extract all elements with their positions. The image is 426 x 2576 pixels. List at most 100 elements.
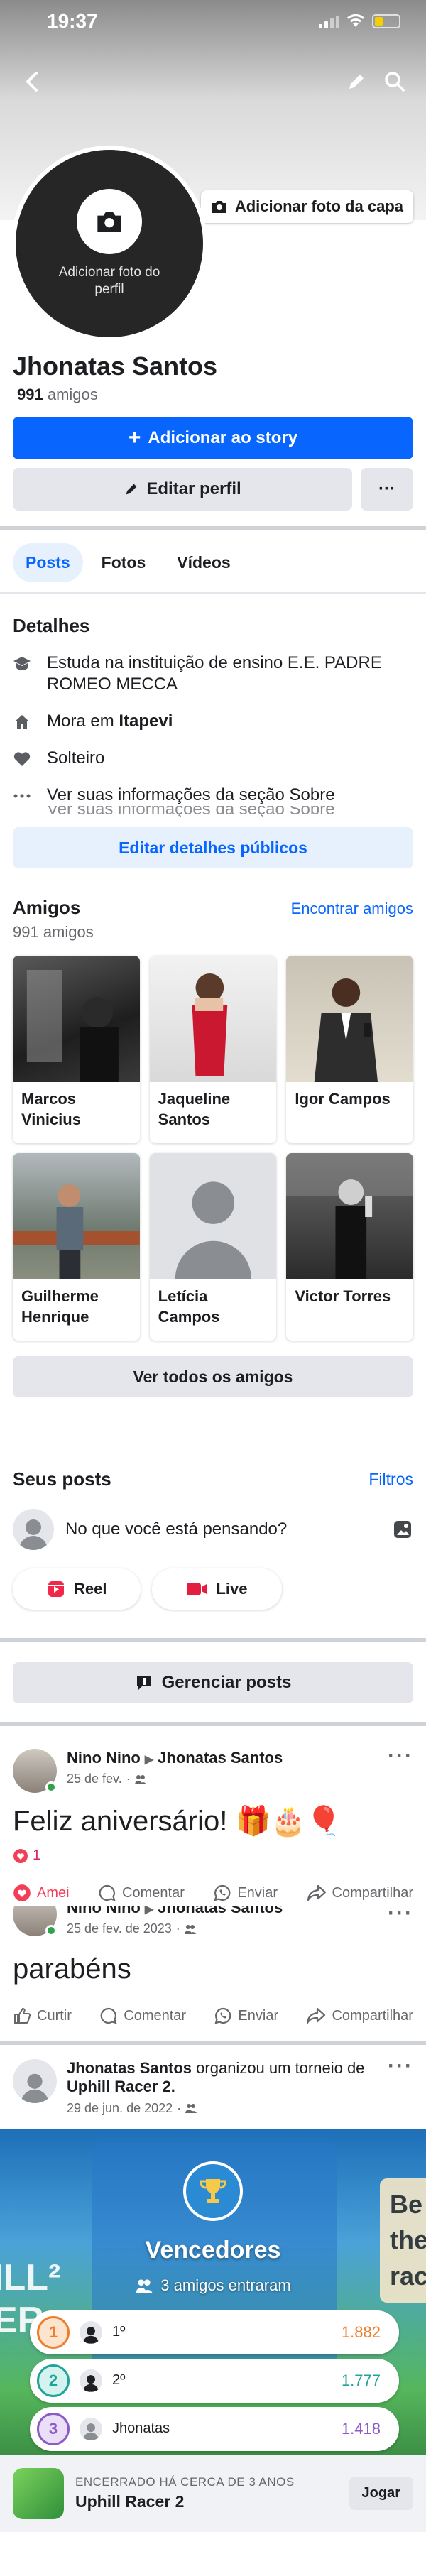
search-button[interactable]	[379, 66, 410, 97]
post-author-line: Jhonatas Santos organizou um torneio de …	[67, 2059, 378, 2097]
friend-card[interactable]: Marcos Vinicius	[13, 956, 140, 1143]
post-options-icon[interactable]: ···	[388, 2056, 413, 2077]
online-indicator	[45, 1925, 57, 1936]
rank-label: Jhonatas	[112, 2421, 170, 2437]
photo-icon[interactable]	[392, 1519, 413, 1540]
profile-avatar[interactable]: Adicionar foto do perfil	[11, 146, 207, 342]
love-reaction-icon	[13, 1884, 31, 1901]
send-label: Enviar	[238, 2007, 279, 2024]
edit-button[interactable]	[341, 66, 372, 97]
post-author[interactable]: Jhonatas Santos	[67, 2059, 192, 2077]
arrow-right-icon: ▶	[144, 1906, 154, 1916]
post-game-name[interactable]: Uphill Racer 2.	[67, 2078, 175, 2095]
pencil-icon	[126, 484, 137, 495]
friend-card[interactable]: Victor Torres	[286, 1153, 413, 1341]
comment-button[interactable]: Comentar	[99, 2007, 186, 2025]
friend-name: Victor Torres	[295, 1287, 391, 1305]
rank-number: 3	[48, 2419, 58, 2438]
friend-photo	[149, 956, 277, 1082]
status-time: 19:37	[47, 10, 98, 32]
post-date: 29 de jun. de 2022 ·	[67, 2101, 378, 2116]
detail-relationship: Solteiro	[13, 748, 413, 769]
friend-card[interactable]: Jaqueline Santos	[149, 956, 277, 1143]
edit-public-details-button[interactable]: Editar detalhes públicos	[13, 827, 413, 868]
friend-photo	[286, 1153, 413, 1279]
tab-posts[interactable]: Posts	[13, 543, 83, 582]
react-button[interactable]: Amei	[13, 1884, 70, 1902]
play-button[interactable]: Jogar	[349, 2477, 413, 2511]
friends-header: Amigos 991 amigos Encontrar amigos	[13, 897, 413, 942]
post-target[interactable]: Jhonatas Santos	[158, 1906, 283, 1916]
post-options-icon[interactable]: ···	[388, 1745, 413, 1767]
post-actions: Amei Comentar Enviar Compartilhar	[13, 1884, 413, 1902]
camera-icon	[77, 189, 142, 255]
share-button[interactable]: Compartilhar	[307, 1884, 413, 1902]
live-button[interactable]: Live	[152, 1568, 282, 1610]
manage-icon	[136, 1676, 151, 1690]
post-author-avatar[interactable]	[13, 1749, 57, 1793]
edit-profile-button[interactable]: Editar perfil	[13, 468, 352, 511]
add-to-story-button[interactable]: + Adicionar ao story	[13, 417, 413, 459]
wifi-icon	[347, 14, 364, 27]
composer-placeholder[interactable]: No que você está pensando?	[65, 1519, 381, 1539]
detail-location: Mora em Itapevi	[13, 711, 413, 732]
ranking-row: 3 Jhonatas 1.418	[30, 2406, 399, 2451]
comment-label: Comentar	[124, 2007, 187, 2024]
your-posts-section: Seus posts Filtros No que você está pens…	[0, 1468, 426, 1610]
manage-posts-button[interactable]: Gerenciar posts	[13, 1662, 413, 1703]
post-author-avatar[interactable]	[13, 1906, 57, 1936]
online-indicator	[45, 1781, 57, 1793]
share-button[interactable]: Compartilhar	[306, 2007, 413, 2025]
post-date-text: 29 de jun. de 2022	[67, 2100, 173, 2115]
add-cover-photo-button[interactable]: Adicionar foto da capa	[200, 190, 413, 223]
whatsapp-icon	[214, 1884, 231, 1901]
friend-photo	[13, 1153, 140, 1279]
friend-card[interactable]: Letícia Campos	[149, 1153, 277, 1341]
details-title: Detalhes	[13, 615, 90, 636]
back-button[interactable]	[16, 66, 47, 97]
thumbs-up-icon	[14, 2007, 31, 2024]
friends-grid: Marcos Vinicius Jaqueline Santos Igor Ca…	[13, 956, 413, 1341]
composer-avatar	[13, 1509, 54, 1550]
comment-button[interactable]: Comentar	[98, 1884, 185, 1902]
tab-videos[interactable]: Vídeos	[164, 543, 243, 582]
friend-card[interactable]: Guilherme Henrique	[13, 1153, 140, 1341]
comment-icon	[100, 2007, 117, 2024]
post-composer[interactable]: No que você está pensando?	[13, 1509, 413, 1550]
find-friends-link[interactable]: Encontrar amigos	[291, 900, 413, 918]
rank-label: 2º	[112, 2372, 126, 2389]
filters-link[interactable]: Filtros	[368, 1470, 413, 1489]
post-author-avatar[interactable]	[13, 2059, 57, 2103]
friend-name: Jaqueline Santos	[158, 1090, 231, 1128]
send-button[interactable]: Enviar	[213, 1884, 278, 1902]
edit-profile-label: Editar perfil	[146, 479, 241, 498]
section-divider	[0, 1638, 426, 1642]
post-target[interactable]: Jhonatas Santos	[158, 1749, 283, 1767]
react-label: Amei	[37, 1884, 70, 1901]
education-text: Estuda na instituição de ensino E.E. PAD…	[47, 653, 382, 694]
reaction-count: 1	[33, 1848, 41, 1863]
post-date: 25 de fev. ·	[67, 1772, 378, 1786]
tournament-card[interactable]: ILL²ER Betherac Vencedores 3 amigos entr…	[0, 2128, 426, 2455]
like-button[interactable]: Curtir	[13, 2007, 72, 2025]
post-author[interactable]: Nino Nino	[67, 1906, 141, 1916]
post-reactions[interactable]: 1	[13, 1848, 413, 1864]
detail-about[interactable]: Ver suas informações da seção Sobre	[13, 785, 413, 806]
plus-icon: +	[128, 426, 141, 449]
friend-count[interactable]: 991 amigos	[17, 386, 413, 404]
friend-card[interactable]: Igor Campos	[286, 956, 413, 1143]
post-options-icon[interactable]: ···	[388, 1906, 413, 1924]
more-dots-icon	[13, 786, 31, 806]
post-author[interactable]: Nino Nino	[67, 1749, 141, 1767]
rank-score: 1.882	[341, 2323, 381, 2341]
location-city[interactable]: Itapevi	[119, 711, 173, 731]
share-label: Compartilhar	[332, 2007, 413, 2024]
manage-posts-label: Gerenciar posts	[161, 1673, 292, 1692]
more-options-button[interactable]: ···	[361, 468, 413, 511]
tab-photos[interactable]: Fotos	[89, 543, 159, 582]
add-cover-label: Adicionar foto da capa	[234, 197, 403, 215]
reel-button[interactable]: Reel	[13, 1568, 141, 1610]
send-button[interactable]: Enviar	[214, 2007, 278, 2025]
post-card: Nino Nino ▶ Jhonatas Santos 25 de fev. de …	[0, 1906, 426, 2025]
see-all-friends-button[interactable]: Ver todos os amigos	[13, 1356, 413, 1397]
